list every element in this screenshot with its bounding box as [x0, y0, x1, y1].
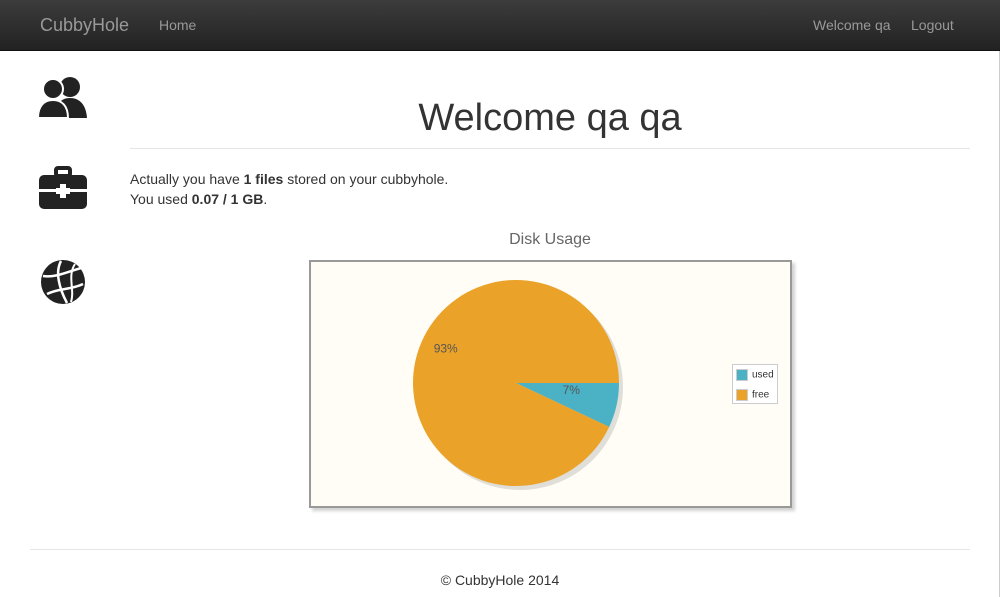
legend-swatch-free	[736, 389, 748, 401]
brand-link[interactable]: CubbyHole	[40, 15, 129, 36]
usage-value: 0.07 / 1 GB	[191, 191, 264, 207]
globe-icon[interactable]	[37, 258, 89, 306]
top-navbar: CubbyHole Home Welcome qa Logout	[0, 0, 1000, 51]
usage-prefix: You used	[130, 191, 192, 207]
files-count: 1 files	[243, 171, 284, 187]
legend-item-free: free	[736, 389, 769, 401]
files-suffix: stored on your cubbyhole.	[283, 171, 449, 187]
pie-slice-free[interactable]	[413, 279, 619, 486]
pie-chart-svg: 7% 93%	[413, 279, 623, 490]
chart-legend: used free	[732, 364, 778, 404]
disk-usage-chart: 7% 93% used free	[309, 260, 792, 508]
nav-logout-link[interactable]: Logout	[911, 17, 954, 33]
legend-label-free: free	[752, 389, 770, 401]
nav-welcome-link[interactable]: Welcome qa	[813, 17, 891, 33]
usage-summary: You used 0.07 / 1 GB.	[130, 191, 267, 207]
pie-label-used: 7%	[563, 383, 581, 397]
page-title: Welcome qa qa	[418, 97, 682, 139]
footer-divider	[30, 549, 970, 550]
chart-title: Disk Usage	[509, 231, 591, 248]
files-prefix: Actually you have	[130, 171, 244, 187]
usage-suffix: .	[263, 191, 268, 207]
title-divider	[130, 148, 970, 149]
pie-label-free: 93%	[434, 342, 458, 356]
users-icon[interactable]	[37, 74, 89, 120]
legend-label-used: used	[752, 369, 774, 381]
footer-copyright: © CubbyHole 2014	[440, 572, 560, 588]
files-summary: Actually you have 1 files stored on your…	[130, 171, 448, 187]
legend-item-used: used	[736, 369, 774, 381]
briefcase-icon[interactable]	[37, 166, 89, 212]
nav-home-link[interactable]: Home	[159, 17, 196, 33]
legend-swatch-used	[736, 369, 748, 381]
